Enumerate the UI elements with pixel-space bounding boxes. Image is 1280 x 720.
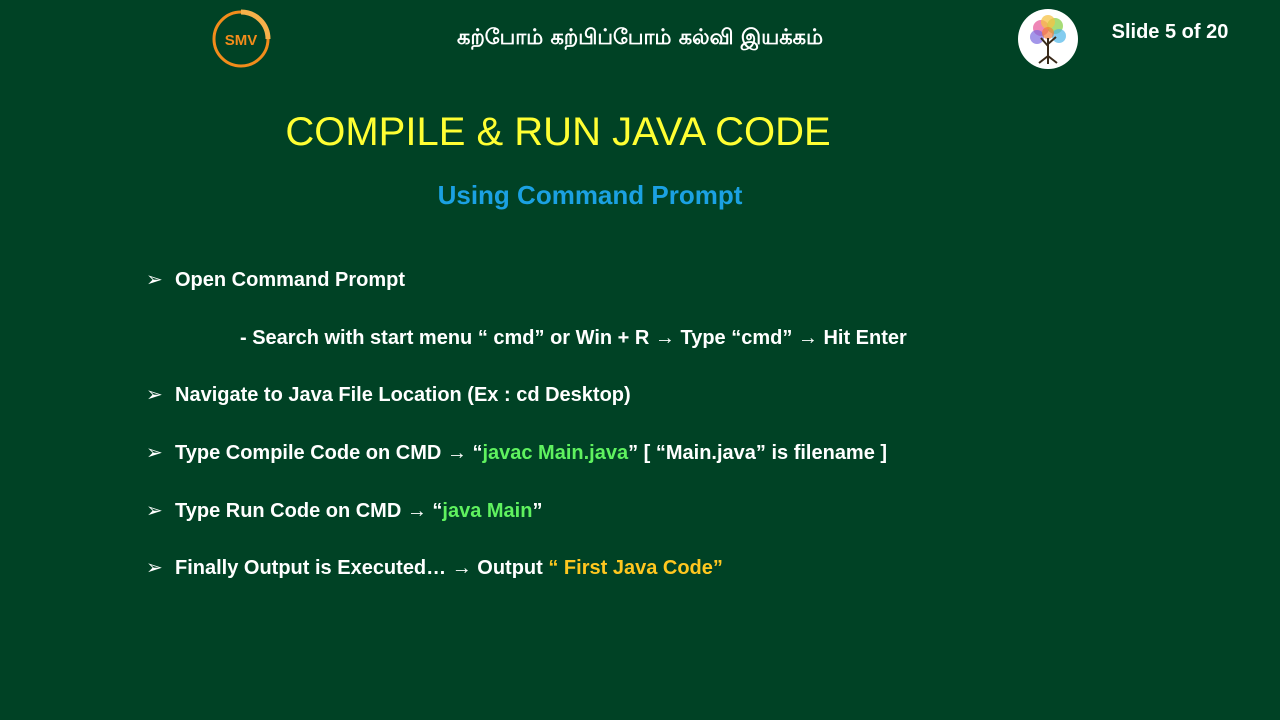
slide-counter: Slide 5 of 20	[1111, 21, 1229, 43]
smv-logo-text: SMV	[225, 32, 258, 49]
bullet-navigate-location: ➢ Navigate to Java File Location (Ex : cd…	[146, 380, 631, 410]
bullet-text-part: ”	[532, 500, 543, 522]
bullet-arrow-icon: ➢	[146, 442, 163, 464]
bullet-arrow-icon: ➢	[146, 500, 163, 522]
bullet-compile-code: ➢ Type Compile Code on CMD → “javac Main.…	[146, 438, 887, 468]
sub-bullet-text-part: Type “cmd”	[680, 327, 793, 349]
right-arrow-icon: →	[406, 500, 427, 522]
bullet-text: Open Command Prompt	[175, 269, 406, 291]
bullet-text: Navigate to Java File Location (Ex : cd …	[175, 384, 631, 406]
bullet-run-code: ➢ Type Run Code on CMD → “java Main”	[146, 496, 542, 526]
bullet-text-part: Output	[477, 557, 543, 579]
right-arrow-icon: →	[446, 442, 467, 464]
right-arrow-icon: →	[451, 557, 472, 579]
output-text: “ First Java Code”	[548, 557, 723, 579]
bullet-text-part: “	[432, 500, 443, 522]
bullet-open-command-prompt: ➢ Open Command Prompt	[146, 265, 405, 295]
bullet-text-part: Finally Output is Executed…	[175, 557, 447, 579]
bullet-arrow-icon: ➢	[146, 384, 163, 406]
run-command-text: java Main	[442, 500, 533, 522]
slide-subtitle: Using Command Prompt	[437, 180, 743, 210]
bullet-arrow-icon: ➢	[146, 557, 163, 579]
smv-logo-icon: SMV	[211, 9, 271, 69]
bullet-text-part: “	[472, 442, 483, 464]
sub-bullet-text-part: Hit Enter	[823, 327, 907, 349]
right-arrow-icon: →	[654, 327, 675, 349]
bullet-text-part: Type Run Code on CMD	[175, 500, 402, 522]
sub-bullet-text-part: - Search with start menu “ cmd” or Win +…	[240, 327, 650, 349]
bullet-text-part: Type Compile Code on CMD	[175, 442, 442, 464]
bullet-text-part: ” [ “Main.java” is filename ]	[628, 442, 888, 464]
colorful-tree-logo-icon	[1017, 8, 1079, 70]
sub-bullet-search: - Search with start menu “ cmd” or Win +…	[240, 323, 907, 353]
bullet-output: ➢ Finally Output is Executed… → Output “ …	[146, 553, 723, 583]
bullet-arrow-icon: ➢	[146, 269, 163, 291]
header-tamil-title: கற்போம் கற்பிப்போம் கல்வி இயக்கம்	[457, 25, 823, 49]
compile-command-text: javac Main.java	[482, 442, 629, 464]
right-arrow-icon: →	[797, 327, 818, 349]
slide-title: COMPILE & RUN JAVA CODE	[285, 110, 831, 154]
